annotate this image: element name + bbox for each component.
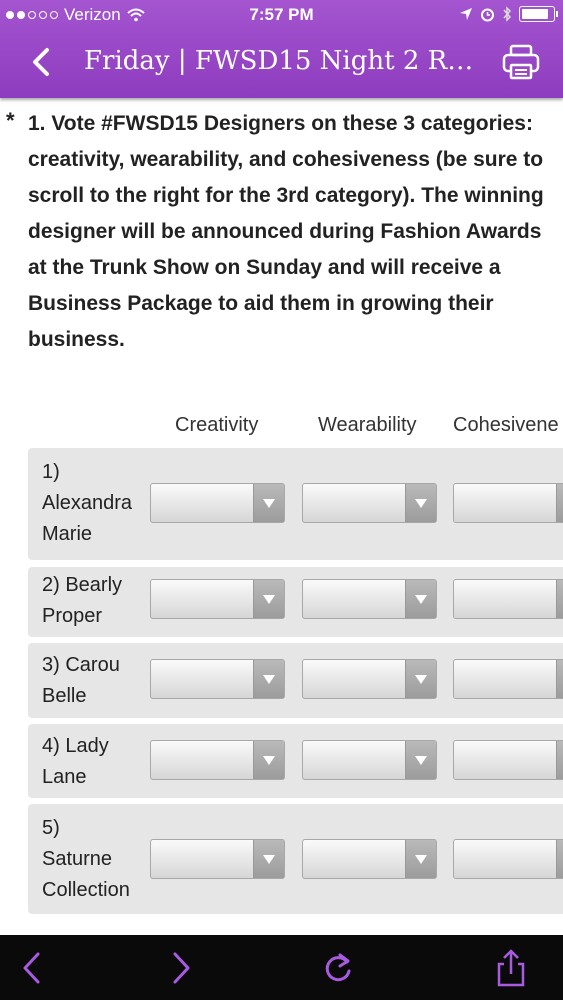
chevron-down-icon <box>253 484 284 522</box>
row-label: 4) Lady Lane <box>42 735 109 788</box>
required-asterisk: * <box>6 108 15 133</box>
nav-bar: Friday | FWSD15 Night 2 Ru... <box>0 34 563 94</box>
chevron-down-icon <box>556 484 563 522</box>
chevron-down-icon <box>253 580 284 618</box>
table-row: 5) Saturne Collection <box>28 804 563 914</box>
chevron-down-icon <box>405 660 436 698</box>
question-text: 1. Vote #FWSD15 Designers on these 3 cat… <box>28 112 544 351</box>
row-label: 1) Alexandra Marie <box>42 461 133 545</box>
table-row: 3) Carou Belle <box>28 643 563 718</box>
chevron-down-icon <box>556 580 563 618</box>
wearability-select[interactable] <box>302 659 437 699</box>
creativity-select[interactable] <box>150 483 285 523</box>
wearability-select[interactable] <box>302 483 437 523</box>
reload-icon[interactable] <box>320 949 356 987</box>
chevron-left-icon[interactable] <box>25 44 61 80</box>
printer-icon[interactable] <box>501 42 541 82</box>
bluetooth-icon <box>503 6 512 22</box>
creativity-select[interactable] <box>150 740 285 780</box>
creativity-select[interactable] <box>150 659 285 699</box>
column-header-wearability: Wearability <box>318 414 417 436</box>
chevron-down-icon <box>405 580 436 618</box>
wearability-select[interactable] <box>302 740 437 780</box>
header: Verizon 7:57 PM Friday | FWSD15 Night 2 … <box>0 0 563 98</box>
bottom-toolbar <box>0 935 563 1000</box>
chevron-down-icon <box>405 484 436 522</box>
cohesiveness-select[interactable] <box>453 579 563 619</box>
cohesiveness-select[interactable] <box>453 740 563 780</box>
cohesiveness-select[interactable] <box>453 839 563 879</box>
location-arrow-icon <box>460 8 472 20</box>
creativity-select[interactable] <box>150 579 285 619</box>
table-row: 1) Alexandra Marie <box>28 448 563 560</box>
table-row: 2) Bearly Proper <box>28 567 563 637</box>
column-header-creativity: Creativity <box>175 414 259 436</box>
chevron-down-icon <box>253 741 284 779</box>
cohesiveness-select[interactable] <box>453 659 563 699</box>
forward-arrow-icon[interactable] <box>163 949 199 987</box>
share-icon[interactable] <box>493 949 529 987</box>
column-header-cohesiveness: Cohesivene <box>453 414 559 436</box>
status-bar: Verizon 7:57 PM <box>0 0 563 30</box>
page-title: Friday | FWSD15 Night 2 Ru... <box>84 46 484 76</box>
chevron-down-icon <box>556 660 563 698</box>
chevron-down-icon <box>405 840 436 878</box>
wearability-select[interactable] <box>302 579 437 619</box>
table-row: 4) Lady Lane <box>28 724 563 798</box>
chevron-down-icon <box>556 840 563 878</box>
back-arrow-icon[interactable] <box>14 949 50 987</box>
cohesiveness-select[interactable] <box>453 483 563 523</box>
chevron-down-icon <box>253 660 284 698</box>
chevron-down-icon <box>253 840 284 878</box>
row-label: 2) Bearly Proper <box>42 574 123 627</box>
row-label: 3) Carou Belle <box>42 654 120 707</box>
chevron-down-icon <box>556 741 563 779</box>
row-label: 5) Saturne Collection <box>42 817 130 901</box>
alarm-icon <box>481 8 494 21</box>
battery-icon <box>519 6 558 22</box>
wearability-select[interactable] <box>302 839 437 879</box>
chevron-down-icon <box>405 741 436 779</box>
creativity-select[interactable] <box>150 839 285 879</box>
